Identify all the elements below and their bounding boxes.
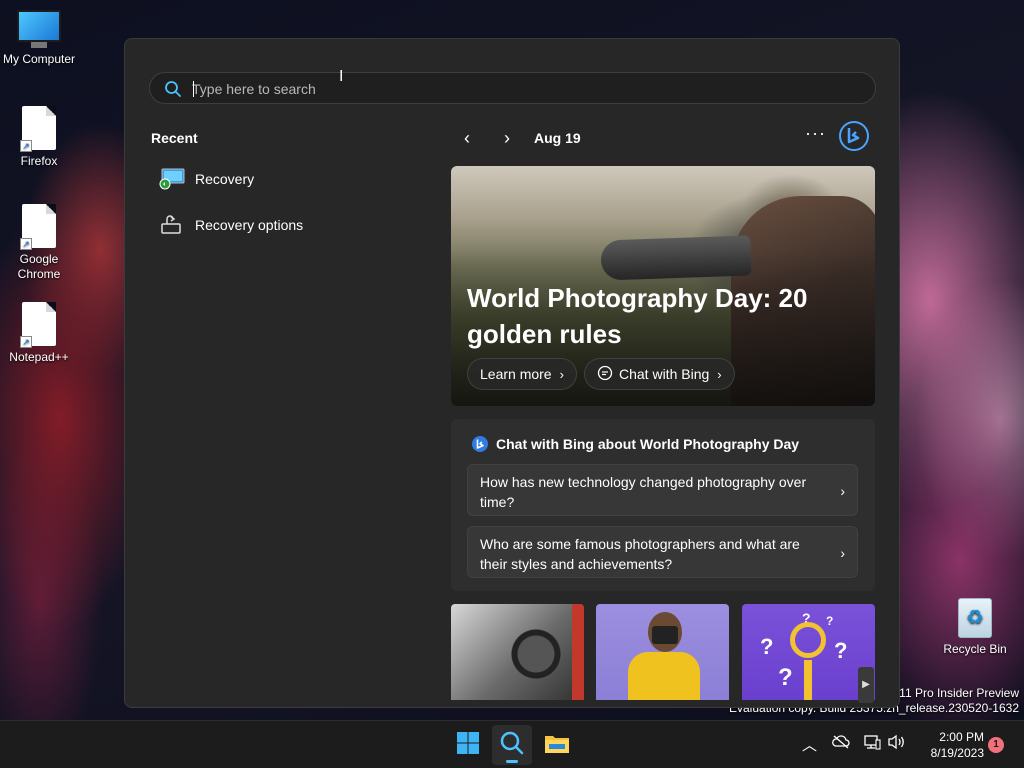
chat-question-button[interactable]: How has new technology changed photograp… xyxy=(467,464,858,516)
start-button[interactable] xyxy=(448,725,488,765)
desktop-icon-label: My Computer xyxy=(2,52,76,66)
watermark-line-1: s 11 Pro Insider Preview xyxy=(889,686,1019,700)
chat-question-text: How has new technology changed photograp… xyxy=(480,474,807,510)
taskbar-clock[interactable]: 2:00 PM 8/19/2023 xyxy=(914,729,984,761)
volume-icon[interactable] xyxy=(887,734,907,754)
recovery-control-panel-icon xyxy=(159,168,185,190)
chat-question-text: Who are some famous photographers and wh… xyxy=(480,536,800,572)
bing-icon xyxy=(471,435,489,453)
highlight-thumbnails: ? ? ? ? ? xyxy=(451,604,875,700)
desktop-icon-recycle-bin[interactable]: ♻ Recycle Bin xyxy=(936,598,1014,656)
chevron-right-icon: › xyxy=(504,128,510,148)
file-shortcut-icon: ↗ xyxy=(20,302,56,348)
thumbnail-question-marks[interactable]: ? ? ? ? ? xyxy=(742,604,875,700)
recent-item-label: Recovery xyxy=(195,171,255,187)
search-input[interactable] xyxy=(192,78,792,100)
recent-item-label: Recovery options xyxy=(195,217,304,233)
desktop-icon-notepad-plus-plus[interactable]: ↗ Notepad++ xyxy=(0,302,78,364)
chat-bubble-icon xyxy=(597,365,613,384)
taskbar-search-button[interactable] xyxy=(492,725,532,765)
monitor-icon xyxy=(17,10,61,48)
thumbnail-vintage-camera[interactable] xyxy=(451,604,584,700)
chevron-right-icon: › xyxy=(717,366,722,382)
chevron-right-icon: › xyxy=(559,366,564,382)
recycle-bin-icon: ♻ xyxy=(958,598,992,638)
search-panel: I Recent Recovery Recovery options ‹ › A… xyxy=(124,38,900,708)
chevron-right-icon: › xyxy=(840,483,845,499)
text-caret xyxy=(193,81,194,97)
clock-date: 8/19/2023 xyxy=(930,746,984,760)
chevron-right-icon: › xyxy=(840,545,845,561)
search-icon xyxy=(164,80,182,103)
file-shortcut-icon: ↗ xyxy=(20,106,56,152)
notification-badge[interactable]: 1 xyxy=(988,737,1004,753)
network-icon[interactable] xyxy=(863,734,881,754)
file-explorer-button[interactable] xyxy=(537,725,577,765)
learn-more-label: Learn more xyxy=(480,366,552,382)
desktop-icon-firefox[interactable]: ↗ Firefox xyxy=(0,106,78,168)
chat-with-bing-button[interactable]: Chat with Bing › xyxy=(584,358,735,390)
more-options-button[interactable]: ··· xyxy=(805,123,826,144)
chevron-up-icon[interactable]: ︿ xyxy=(802,734,817,755)
search-box[interactable] xyxy=(149,72,876,104)
recent-item-recovery[interactable]: Recovery xyxy=(149,161,409,197)
desktop-icon-label: Google Chrome xyxy=(17,252,61,281)
recent-heading: Recent xyxy=(151,130,198,146)
bing-chat-heading: Chat with Bing about World Photography D… xyxy=(471,435,799,453)
bing-chat-card: Chat with Bing about World Photography D… xyxy=(451,419,875,591)
chevron-left-icon: ‹ xyxy=(464,128,470,148)
start-icon xyxy=(456,731,480,760)
recent-item-recovery-options[interactable]: Recovery options xyxy=(149,207,409,243)
cloud-off-icon[interactable] xyxy=(832,734,850,754)
desktop-icon-google-chrome[interactable]: ↗ Google Chrome xyxy=(0,204,78,282)
next-day-button[interactable]: › xyxy=(495,126,519,150)
chat-with-bing-label: Chat with Bing xyxy=(619,366,710,382)
desktop-icon-label: Notepad++ xyxy=(9,350,69,364)
scroll-right-button[interactable]: ▶ xyxy=(858,667,874,703)
file-explorer-icon xyxy=(544,732,570,759)
desktop-icon-my-computer[interactable]: My Computer xyxy=(0,10,78,66)
recovery-options-icon xyxy=(159,214,185,236)
highlights-date: Aug 19 xyxy=(534,130,581,146)
desktop-icon-label: Recycle Bin xyxy=(943,642,1007,656)
clock-time: 2:00 PM xyxy=(939,730,984,744)
desktop-icon-label: Firefox xyxy=(20,154,58,168)
file-shortcut-icon: ↗ xyxy=(20,204,56,250)
learn-more-button[interactable]: Learn more › xyxy=(467,358,577,390)
thumbnail-photographer-yellow[interactable] xyxy=(596,604,729,700)
taskbar: ︿ 2:00 PM 8/19/2023 1 xyxy=(0,720,1024,768)
hero-title: World Photography Day: 20 golden rules xyxy=(467,283,808,349)
highlight-hero-card[interactable]: World Photography Day: 20 golden rules L… xyxy=(451,166,875,406)
bing-chat-icon[interactable] xyxy=(838,120,870,152)
bing-chat-title: Chat with Bing about World Photography D… xyxy=(496,436,800,452)
search-icon xyxy=(499,730,525,761)
chat-question-button[interactable]: Who are some famous photographers and wh… xyxy=(467,526,858,578)
previous-day-button[interactable]: ‹ xyxy=(455,126,479,150)
caret-right-icon: ▶ xyxy=(862,679,870,690)
mouse-cursor-ibeam-icon: I xyxy=(339,68,344,85)
